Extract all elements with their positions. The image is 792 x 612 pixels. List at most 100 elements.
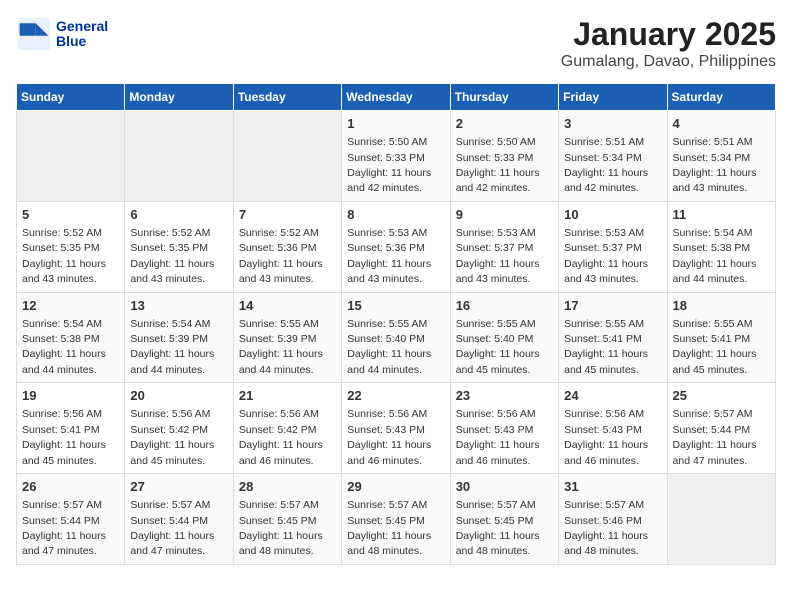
day-info: Sunrise: 5:53 AM Sunset: 5:37 PM Dayligh… [456,227,540,285]
day-cell: 1 Sunrise: 5:50 AM Sunset: 5:33 PM Daylig… [342,111,450,202]
day-info: Sunrise: 5:56 AM Sunset: 5:43 PM Dayligh… [347,408,431,466]
day-cell: 7 Sunrise: 5:52 AM Sunset: 5:36 PM Daylig… [233,201,341,292]
logo-icon [16,16,52,52]
header-cell-monday: Monday [125,84,233,111]
day-number: 14 [239,297,336,315]
day-number: 23 [456,387,553,405]
day-info: Sunrise: 5:56 AM Sunset: 5:43 PM Dayligh… [564,408,648,466]
logo-line2: Blue [56,34,108,49]
day-cell: 4Sunrise: 5:51 AM Sunset: 5:34 PM Daylig… [667,111,775,202]
day-number: 11 [673,206,770,224]
day-cell: 9 Sunrise: 5:53 AM Sunset: 5:37 PM Daylig… [450,201,558,292]
day-cell: 21 Sunrise: 5:56 AM Sunset: 5:42 PM Dayli… [233,383,341,474]
title-block: January 2025 Gumalang, Davao, Philippine… [561,16,776,71]
day-cell: 23 Sunrise: 5:56 AM Sunset: 5:43 PM Dayli… [450,383,558,474]
day-number: 12 [22,297,119,315]
day-info: Sunrise: 5:52 AM Sunset: 5:35 PM Dayligh… [22,227,106,285]
calendar-table: SundayMondayTuesdayWednesdayThursdayFrid… [16,83,776,565]
day-number: 16 [456,297,553,315]
day-info: Sunrise: 5:54 AM Sunset: 5:39 PM Dayligh… [130,318,214,376]
day-number: 17 [564,297,661,315]
day-cell: 8Sunrise: 5:53 AM Sunset: 5:36 PM Daylig… [342,201,450,292]
day-info: Sunrise: 5:56 AM Sunset: 5:42 PM Dayligh… [239,408,323,466]
day-cell: 27 Sunrise: 5:57 AM Sunset: 5:44 PM Dayli… [125,474,233,565]
week-row-2: 12 Sunrise: 5:54 AM Sunset: 5:38 PM Dayli… [17,292,776,383]
day-cell: 2 Sunrise: 5:50 AM Sunset: 5:33 PM Daylig… [450,111,558,202]
day-number: 1 [347,115,444,133]
header-cell-sunday: Sunday [17,84,125,111]
day-cell: 6 Sunrise: 5:52 AM Sunset: 5:35 PM Daylig… [125,201,233,292]
day-number: 5 [22,206,119,224]
day-cell: 17 Sunrise: 5:55 AM Sunset: 5:41 PM Dayli… [559,292,667,383]
header-cell-tuesday: Tuesday [233,84,341,111]
day-cell: 15 Sunrise: 5:55 AM Sunset: 5:40 PM Dayli… [342,292,450,383]
calendar-subtitle: Gumalang, Davao, Philippines [561,53,776,71]
day-cell: 24 Sunrise: 5:56 AM Sunset: 5:43 PM Dayli… [559,383,667,474]
day-cell: 11Sunrise: 5:54 AM Sunset: 5:38 PM Dayli… [667,201,775,292]
day-number: 15 [347,297,444,315]
day-info: Sunrise: 5:55 AM Sunset: 5:40 PM Dayligh… [456,318,540,376]
day-number: 7 [239,206,336,224]
day-info: Sunrise: 5:52 AM Sunset: 5:35 PM Dayligh… [130,227,214,285]
day-number: 21 [239,387,336,405]
day-cell [233,111,341,202]
day-number: 8 [347,206,444,224]
day-info: Sunrise: 5:54 AM Sunset: 5:38 PM Dayligh… [22,318,106,376]
day-cell: 14 Sunrise: 5:55 AM Sunset: 5:39 PM Dayli… [233,292,341,383]
day-info: Sunrise: 5:56 AM Sunset: 5:42 PM Dayligh… [130,408,214,466]
week-row-3: 19Sunrise: 5:56 AM Sunset: 5:41 PM Dayli… [17,383,776,474]
day-number: 19 [22,387,119,405]
day-number: 31 [564,478,661,496]
day-info: Sunrise: 5:53 AM Sunset: 5:37 PM Dayligh… [564,227,648,285]
week-row-4: 26Sunrise: 5:57 AM Sunset: 5:44 PM Dayli… [17,474,776,565]
logo: General Blue [16,16,108,52]
day-number: 27 [130,478,227,496]
day-info: Sunrise: 5:55 AM Sunset: 5:41 PM Dayligh… [564,318,648,376]
day-info: Sunrise: 5:55 AM Sunset: 5:40 PM Dayligh… [347,318,431,376]
day-info: Sunrise: 5:52 AM Sunset: 5:36 PM Dayligh… [239,227,323,285]
day-cell: 29Sunrise: 5:57 AM Sunset: 5:45 PM Dayli… [342,474,450,565]
week-row-1: 5 Sunrise: 5:52 AM Sunset: 5:35 PM Daylig… [17,201,776,292]
day-cell: 22Sunrise: 5:56 AM Sunset: 5:43 PM Dayli… [342,383,450,474]
logo-line1: General [56,19,108,34]
day-number: 3 [564,115,661,133]
day-cell: 31 Sunrise: 5:57 AM Sunset: 5:46 PM Dayli… [559,474,667,565]
calendar-header: SundayMondayTuesdayWednesdayThursdayFrid… [17,84,776,111]
header-cell-friday: Friday [559,84,667,111]
day-info: Sunrise: 5:57 AM Sunset: 5:44 PM Dayligh… [673,408,757,466]
day-info: Sunrise: 5:55 AM Sunset: 5:39 PM Dayligh… [239,318,323,376]
day-info: Sunrise: 5:50 AM Sunset: 5:33 PM Dayligh… [456,136,540,194]
day-cell: 20 Sunrise: 5:56 AM Sunset: 5:42 PM Dayli… [125,383,233,474]
day-cell: 13 Sunrise: 5:54 AM Sunset: 5:39 PM Dayli… [125,292,233,383]
day-cell: 28 Sunrise: 5:57 AM Sunset: 5:45 PM Dayli… [233,474,341,565]
day-number: 28 [239,478,336,496]
day-number: 25 [673,387,770,405]
day-info: Sunrise: 5:57 AM Sunset: 5:45 PM Dayligh… [239,499,323,557]
day-info: Sunrise: 5:50 AM Sunset: 5:33 PM Dayligh… [347,136,431,194]
day-number: 13 [130,297,227,315]
day-number: 2 [456,115,553,133]
day-info: Sunrise: 5:55 AM Sunset: 5:41 PM Dayligh… [673,318,757,376]
day-cell: 5 Sunrise: 5:52 AM Sunset: 5:35 PM Daylig… [17,201,125,292]
calendar-body: 1 Sunrise: 5:50 AM Sunset: 5:33 PM Daylig… [17,111,776,565]
day-cell: 19Sunrise: 5:56 AM Sunset: 5:41 PM Dayli… [17,383,125,474]
day-cell: 12 Sunrise: 5:54 AM Sunset: 5:38 PM Dayli… [17,292,125,383]
day-info: Sunrise: 5:56 AM Sunset: 5:43 PM Dayligh… [456,408,540,466]
day-number: 18 [673,297,770,315]
day-info: Sunrise: 5:57 AM Sunset: 5:44 PM Dayligh… [130,499,214,557]
header-cell-thursday: Thursday [450,84,558,111]
calendar-title: January 2025 [561,16,776,53]
day-number: 24 [564,387,661,405]
day-info: Sunrise: 5:57 AM Sunset: 5:45 PM Dayligh… [456,499,540,557]
header-cell-wednesday: Wednesday [342,84,450,111]
day-cell: 26Sunrise: 5:57 AM Sunset: 5:44 PM Dayli… [17,474,125,565]
day-info: Sunrise: 5:51 AM Sunset: 5:34 PM Dayligh… [564,136,648,194]
day-number: 6 [130,206,227,224]
day-number: 30 [456,478,553,496]
day-cell: 25 Sunrise: 5:57 AM Sunset: 5:44 PM Dayli… [667,383,775,474]
day-number: 20 [130,387,227,405]
day-cell: 10Sunrise: 5:53 AM Sunset: 5:37 PM Dayli… [559,201,667,292]
day-number: 9 [456,206,553,224]
day-info: Sunrise: 5:57 AM Sunset: 5:46 PM Dayligh… [564,499,648,557]
day-info: Sunrise: 5:51 AM Sunset: 5:34 PM Dayligh… [673,136,757,194]
